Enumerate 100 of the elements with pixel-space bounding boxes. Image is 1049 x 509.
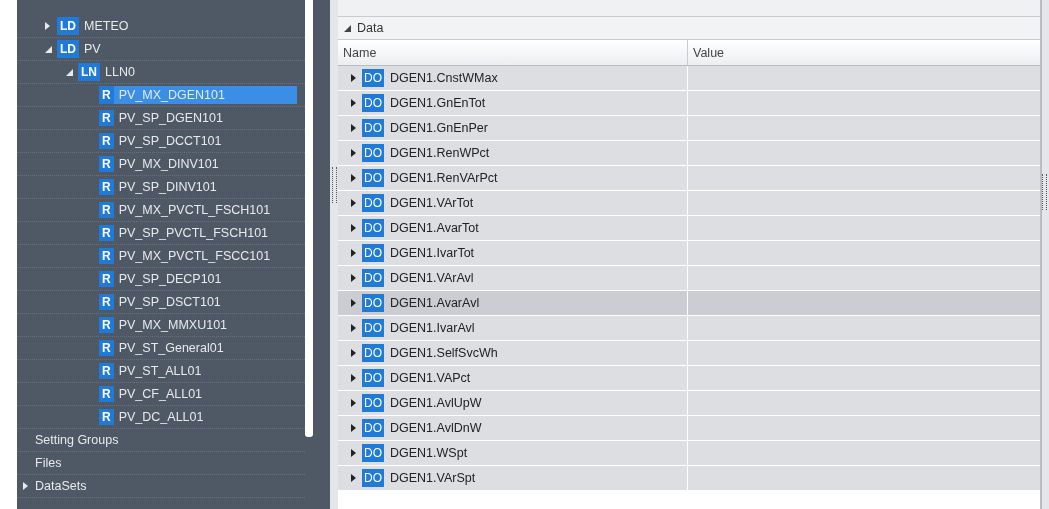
- expand-arrow-icon[interactable]: [351, 174, 356, 182]
- table-row[interactable]: DO DGEN1.AvlUpW: [338, 391, 1040, 416]
- table-row[interactable]: DO DGEN1.VAPct: [338, 366, 1040, 391]
- table-row[interactable]: DO DGEN1.IvarTot: [338, 241, 1040, 266]
- expand-arrow-icon[interactable]: [45, 22, 50, 30]
- table-cell: DGEN1.IvarTot: [390, 246, 475, 260]
- expand-arrow-icon[interactable]: [351, 349, 356, 357]
- tree-item[interactable]: LLN0: [105, 63, 139, 81]
- badge-icon: DO: [362, 344, 384, 362]
- table-cell: DGEN1.AvlUpW: [390, 396, 482, 410]
- table-row[interactable]: DO DGEN1.RenVArPct: [338, 166, 1040, 191]
- table-cell: DGEN1.VArTot: [390, 196, 474, 210]
- badge-icon: R: [99, 248, 114, 264]
- collapse-arrow-icon[interactable]: [66, 68, 73, 76]
- expand-arrow-icon[interactable]: [351, 374, 356, 382]
- tree-row[interactable]: R PV_SP_DGEN101: [99, 110, 227, 126]
- badge-icon: LD: [57, 40, 79, 58]
- table-cell: DGEN1.GnEnPer: [390, 121, 488, 135]
- expand-arrow-icon[interactable]: [351, 199, 356, 207]
- badge-icon: DO: [362, 319, 384, 337]
- badge-icon: DO: [362, 144, 384, 162]
- table-row[interactable]: DO DGEN1.AvlDnW: [338, 416, 1040, 441]
- tree-item[interactable]: Setting Groups: [35, 431, 123, 449]
- expand-arrow-icon[interactable]: [351, 249, 356, 257]
- badge-icon: R: [99, 363, 114, 379]
- table-row[interactable]: DO DGEN1.AvarTot: [338, 216, 1040, 241]
- tree-row[interactable]: R PV_SP_DSCT101: [99, 294, 225, 310]
- badge-icon: R: [99, 294, 114, 310]
- expand-arrow-icon[interactable]: [351, 99, 356, 107]
- badge-icon: R: [99, 110, 114, 126]
- expand-arrow-icon[interactable]: [351, 324, 356, 332]
- expand-arrow-icon[interactable]: [351, 399, 356, 407]
- expand-arrow-icon[interactable]: [351, 299, 356, 307]
- badge-icon: DO: [362, 394, 384, 412]
- table-cell: DGEN1.WSpt: [390, 446, 468, 460]
- table-row[interactable]: DO DGEN1.VArAvl: [338, 266, 1040, 291]
- expand-arrow-icon[interactable]: [351, 149, 356, 157]
- tree-item[interactable]: Files: [35, 454, 66, 472]
- tree-row[interactable]: R PV_CF_ALL01: [99, 386, 207, 402]
- collapse-arrow-icon[interactable]: [344, 24, 351, 32]
- tree-row[interactable]: R PV_SP_DECP101: [99, 271, 226, 287]
- badge-icon: DO: [362, 444, 384, 462]
- table-cell: DGEN1.SelfSvcWh: [390, 346, 498, 360]
- tree-row[interactable]: R PV_ST_General01: [99, 340, 228, 356]
- expand-arrow-icon[interactable]: [351, 74, 356, 82]
- column-header[interactable]: Value: [688, 40, 1040, 65]
- table-row[interactable]: DO DGEN1.VArTot: [338, 191, 1040, 216]
- expand-arrow-icon[interactable]: [351, 124, 356, 132]
- tree-row[interactable]: R PV_MX_MMXU101: [99, 317, 232, 333]
- table-cell: DGEN1.CnstWMax: [390, 71, 498, 85]
- table-cell: DGEN1.AvlDnW: [390, 421, 482, 435]
- table-row[interactable]: DO DGEN1.IvarAvl: [338, 316, 1040, 341]
- badge-icon: DO: [362, 269, 384, 287]
- table-cell: DGEN1.RenWPct: [390, 146, 490, 160]
- badge-icon: R: [99, 86, 114, 104]
- table-cell: DGEN1.VAPct: [390, 371, 471, 385]
- tree-item[interactable]: DataSets: [35, 477, 91, 495]
- tree-row[interactable]: R PV_SP_DINV101: [99, 179, 221, 195]
- expand-arrow-icon[interactable]: [351, 224, 356, 232]
- tree-row[interactable]: R PV_ST_ALL01: [99, 363, 206, 379]
- badge-icon: R: [99, 133, 114, 149]
- expand-arrow-icon[interactable]: [23, 482, 28, 490]
- table-row[interactable]: DO DGEN1.AvarAvl: [338, 291, 1040, 316]
- table-row[interactable]: DO DGEN1.GnEnTot: [338, 91, 1040, 116]
- table-row[interactable]: DO DGEN1.CnstWMax: [338, 66, 1040, 91]
- tree-row[interactable]: R PV_MX_DINV101: [99, 156, 223, 172]
- column-header[interactable]: Name: [338, 40, 688, 65]
- splitter-grip[interactable]: [1042, 174, 1047, 210]
- tree-row[interactable]: R PV_MX_PVCTL_FSCC101: [99, 248, 275, 264]
- tree-row[interactable]: R PV_SP_PVCTL_FSCH101: [99, 225, 273, 241]
- table-row[interactable]: DO DGEN1.WSpt: [338, 441, 1040, 466]
- badge-icon: DO: [362, 219, 384, 237]
- expand-arrow-icon[interactable]: [351, 474, 356, 482]
- badge-icon: R: [99, 409, 114, 425]
- scrollbar-thumb[interactable]: [305, 0, 313, 437]
- section-header[interactable]: Data: [338, 17, 1040, 40]
- selected-tree-row[interactable]: R PV_MX_DGEN101: [99, 86, 297, 104]
- badge-icon: R: [99, 225, 114, 241]
- table-row[interactable]: DO DGEN1.RenWPct: [338, 141, 1040, 166]
- tree-row[interactable]: R PV_SP_DCCT101: [99, 133, 226, 149]
- badge-icon: R: [99, 202, 114, 218]
- table-cell: DGEN1.AvarAvl: [390, 296, 480, 310]
- badge-icon: R: [99, 340, 114, 356]
- badge-icon: DO: [362, 244, 384, 262]
- tree-row[interactable]: R PV_DC_ALL01: [99, 409, 208, 425]
- splitter-grip[interactable]: [331, 166, 337, 203]
- table-row[interactable]: DO DGEN1.SelfSvcWh: [338, 341, 1040, 366]
- tree-row[interactable]: R PV_MX_PVCTL_FSCH101: [99, 202, 275, 218]
- table-row[interactable]: DO DGEN1.GnEnPer: [338, 116, 1040, 141]
- badge-icon: LD: [57, 17, 79, 35]
- tree-item[interactable]: METEO: [84, 17, 133, 35]
- table-row[interactable]: DO DGEN1.VArSpt: [338, 466, 1040, 491]
- badge-icon: R: [99, 317, 114, 333]
- expand-arrow-icon[interactable]: [351, 274, 356, 282]
- expand-arrow-icon[interactable]: [351, 449, 356, 457]
- table-cell: DGEN1.GnEnTot: [390, 96, 486, 110]
- expand-arrow-icon[interactable]: [351, 424, 356, 432]
- tree-item[interactable]: PV: [84, 40, 105, 58]
- collapse-arrow-icon[interactable]: [45, 45, 52, 53]
- table-cell: DGEN1.AvarTot: [390, 221, 479, 235]
